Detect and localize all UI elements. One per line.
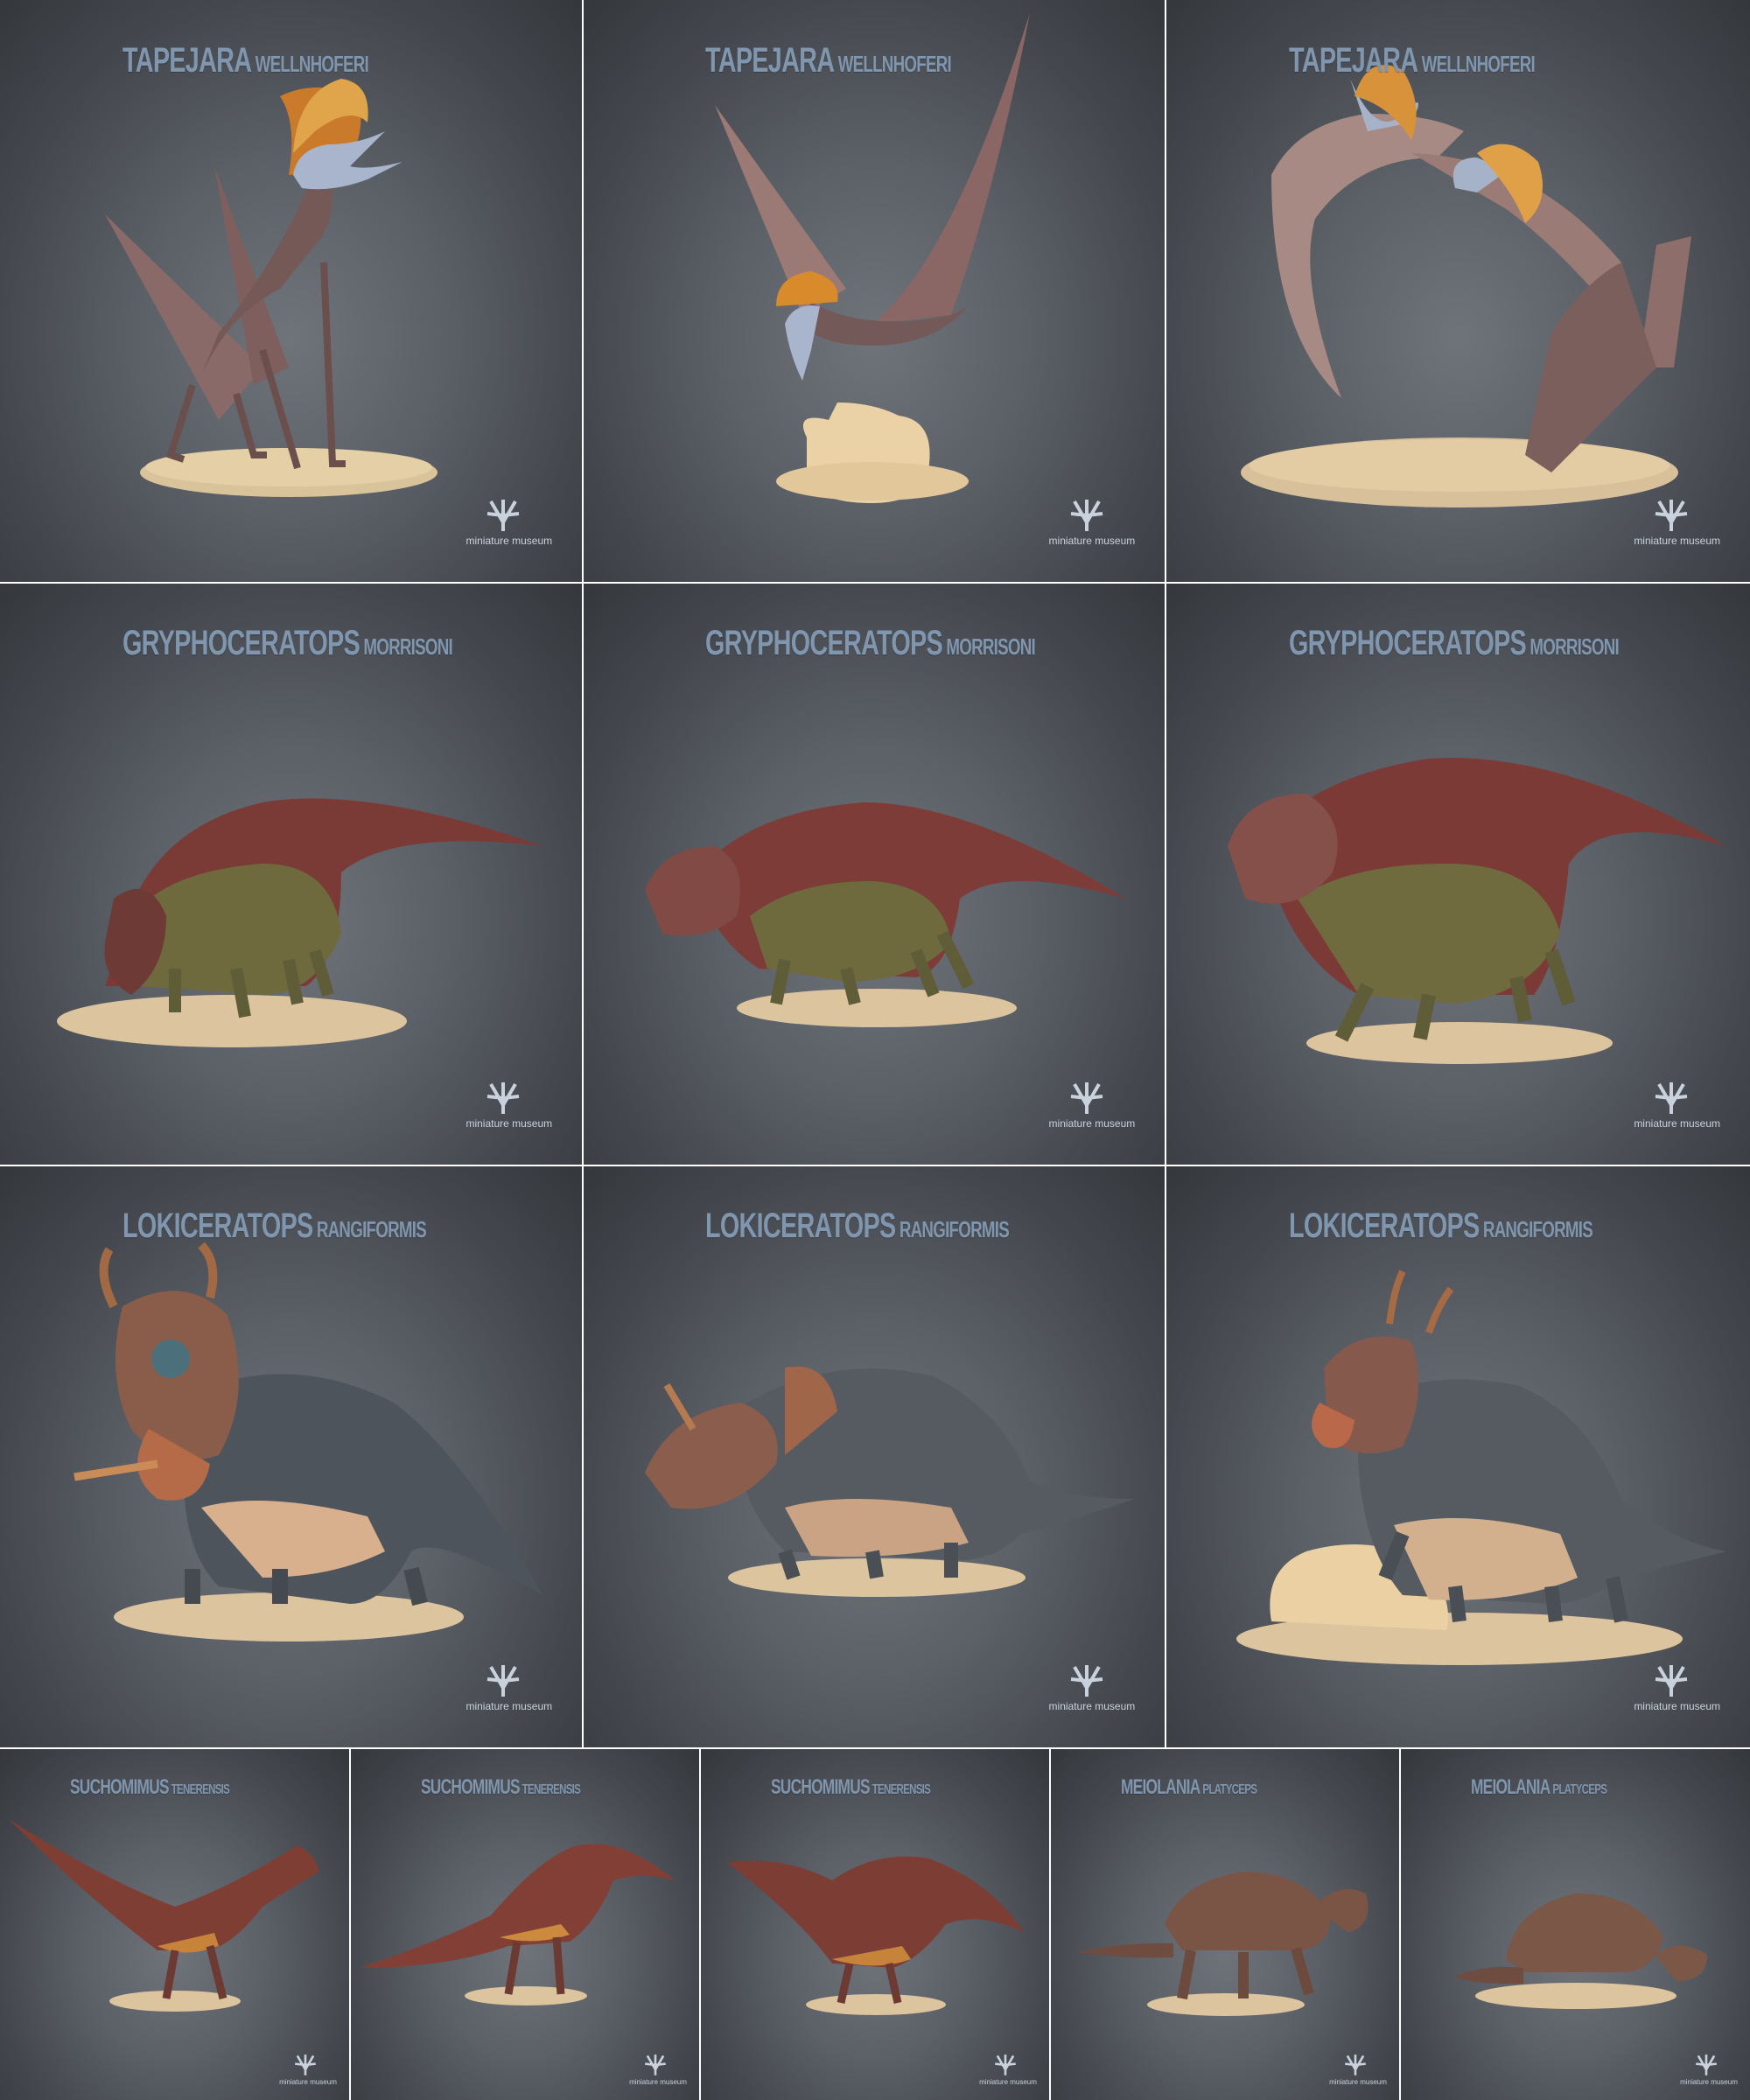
- species-name: WELLNHOFERI: [1421, 50, 1536, 77]
- tile-suchomimus-1: SUCHOMIMUS TENERENSIS miniature museum: [0, 1749, 349, 2100]
- brand-name: miniature museum: [1680, 2077, 1738, 2086]
- species-name: RANGIFORMIS: [900, 1216, 1010, 1243]
- claw-icon: [1696, 2054, 1717, 2076]
- genus-name: SUCHOMIMUS: [770, 1775, 871, 1800]
- claw-icon: [1070, 1082, 1102, 1115]
- claw-icon: [995, 2054, 1017, 2076]
- claw-icon: [1070, 1665, 1102, 1698]
- tile-meiolania-resting: MEIOLANIA PLATYCEPS miniature museum: [1401, 1749, 1750, 2100]
- species-title: LOKICERATOPS RANGIFORMIS: [1289, 1207, 1593, 1246]
- claw-icon: [487, 1082, 520, 1115]
- claw-icon: [1656, 500, 1688, 532]
- brand-logo: miniature museum: [1634, 1653, 1721, 1713]
- brand-logo: miniature museum: [1048, 1070, 1136, 1130]
- species-name: PLATYCEPS: [1552, 1782, 1607, 1798]
- genus-name: TAPEJARA: [705, 40, 835, 80]
- species-name: PLATYCEPS: [1201, 1782, 1257, 1798]
- brand-name: miniature museum: [466, 1700, 553, 1713]
- genus-name: LOKICERATOPS: [122, 1207, 313, 1246]
- species-name: WELLNHOFERI: [838, 50, 952, 77]
- brand-logo: miniature museum: [629, 2047, 687, 2086]
- genus-name: GRYPHOCERATOPS: [122, 624, 360, 663]
- brand-name: miniature museum: [1329, 2077, 1387, 2086]
- brand-name: miniature museum: [979, 2077, 1037, 2086]
- claw-icon: [487, 1665, 520, 1698]
- genus-name: MEIOLANIA: [1120, 1775, 1200, 1800]
- claw-icon: [1656, 1082, 1688, 1115]
- brand-name: miniature museum: [1634, 1117, 1721, 1130]
- species-title: MEIOLANIA PLATYCEPS: [1470, 1775, 1607, 1800]
- claw-icon: [1656, 1665, 1688, 1698]
- species-name: RANGIFORMIS: [1482, 1216, 1593, 1243]
- brand-name: miniature museum: [629, 2077, 687, 2086]
- species-title: TAPEJARA WELLNHOFERI: [705, 40, 952, 80]
- species-title: SUCHOMIMUS TENERENSIS: [420, 1775, 581, 1800]
- genus-name: SUCHOMIMUS: [69, 1775, 170, 1800]
- claw-icon: [1070, 500, 1102, 532]
- species-title: LOKICERATOPS RANGIFORMIS: [705, 1207, 1010, 1246]
- species-title: TAPEJARA WELLNHOFERI: [122, 40, 369, 80]
- brand-name: miniature museum: [466, 1117, 553, 1130]
- tile-tapejara-pair: TAPEJARA WELLNHOFERI miniature museum: [1166, 0, 1750, 582]
- brand-name: miniature museum: [1634, 1700, 1721, 1713]
- species-name: WELLNHOFERI: [255, 50, 368, 77]
- genus-name: GRYPHOCERATOPS: [1289, 624, 1527, 663]
- genus-name: LOKICERATOPS: [1289, 1207, 1480, 1246]
- genus-name: SUCHOMIMUS: [420, 1775, 521, 1800]
- species-title: SUCHOMIMUS TENERENSIS: [770, 1775, 931, 1800]
- tile-tapejara-flying: TAPEJARA WELLNHOFERI miniature museum: [584, 0, 1165, 582]
- tile-lokiceratops-rock: LOKICERATOPS RANGIFORMIS miniature museum: [1166, 1166, 1750, 1747]
- brand-name: miniature museum: [1048, 1117, 1136, 1130]
- tile-gryphoceratops-standing: GRYPHOCERATOPS MORRISONI miniature museum: [1166, 584, 1750, 1165]
- brand-logo: miniature museum: [1680, 2047, 1738, 2086]
- tile-lokiceratops-front: LOKICERATOPS RANGIFORMIS miniature museum: [0, 1166, 582, 1747]
- tile-gryphoceratops-walking: GRYPHOCERATOPS MORRISONI miniature museum: [584, 584, 1165, 1165]
- species-title: LOKICERATOPS RANGIFORMIS: [122, 1207, 427, 1246]
- genus-name: TAPEJARA: [122, 40, 252, 80]
- claw-icon: [645, 2054, 667, 2076]
- species-title: SUCHOMIMUS TENERENSIS: [69, 1775, 230, 1800]
- claw-icon: [295, 2054, 316, 2076]
- brand-logo: miniature museum: [1048, 1653, 1136, 1713]
- brand-name: miniature museum: [466, 535, 553, 548]
- species-name: TENERENSIS: [872, 1782, 930, 1798]
- photo-collage: TAPEJARA WELLNHOFERI miniature museum TAP…: [0, 0, 1750, 2100]
- brand-logo: miniature museum: [466, 487, 553, 548]
- species-name: RANGIFORMIS: [316, 1216, 426, 1243]
- brand-name: miniature museum: [1634, 535, 1721, 548]
- genus-name: LOKICERATOPS: [705, 1207, 896, 1246]
- tile-gryphoceratops-grazing: GRYPHOCERATOPS MORRISONI miniature museum: [0, 584, 582, 1165]
- species-title: MEIOLANIA PLATYCEPS: [1120, 1775, 1257, 1800]
- species-name: TENERENSIS: [522, 1782, 580, 1798]
- brand-name: miniature museum: [279, 2077, 337, 2086]
- species-title: TAPEJARA WELLNHOFERI: [1289, 40, 1536, 80]
- brand-logo: miniature museum: [1634, 487, 1721, 548]
- genus-name: MEIOLANIA: [1470, 1775, 1550, 1800]
- species-title: GRYPHOCERATOPS MORRISONI: [1289, 624, 1620, 663]
- genus-name: TAPEJARA: [1289, 40, 1418, 80]
- tile-suchomimus-3: SUCHOMIMUS TENERENSIS miniature museum: [701, 1749, 1049, 2100]
- genus-name: GRYPHOCERATOPS: [705, 624, 943, 663]
- claw-icon: [1345, 2054, 1367, 2076]
- species-name: MORRISONI: [946, 634, 1036, 661]
- brand-logo: miniature museum: [279, 2047, 337, 2086]
- brand-logo: miniature museum: [1329, 2047, 1387, 2086]
- tile-lokiceratops-side: LOKICERATOPS RANGIFORMIS miniature museum: [584, 1166, 1165, 1747]
- species-name: MORRISONI: [1530, 634, 1620, 661]
- brand-name: miniature museum: [1048, 535, 1136, 548]
- species-name: TENERENSIS: [171, 1782, 229, 1798]
- species-title: GRYPHOCERATOPS MORRISONI: [122, 624, 453, 663]
- brand-logo: miniature museum: [466, 1653, 553, 1713]
- species-title: GRYPHOCERATOPS MORRISONI: [705, 624, 1036, 663]
- tile-tapejara-standing: TAPEJARA WELLNHOFERI miniature museum: [0, 0, 582, 582]
- brand-logo: miniature museum: [1048, 487, 1136, 548]
- brand-logo: miniature museum: [1634, 1070, 1721, 1130]
- brand-logo: miniature museum: [466, 1070, 553, 1130]
- tile-suchomimus-2: SUCHOMIMUS TENERENSIS miniature museum: [351, 1749, 699, 2100]
- brand-name: miniature museum: [1048, 1700, 1136, 1713]
- brand-logo: miniature museum: [979, 2047, 1037, 2086]
- tile-meiolania-walking: MEIOLANIA PLATYCEPS miniature museum: [1051, 1749, 1399, 2100]
- claw-icon: [487, 500, 520, 532]
- species-name: MORRISONI: [362, 634, 452, 661]
